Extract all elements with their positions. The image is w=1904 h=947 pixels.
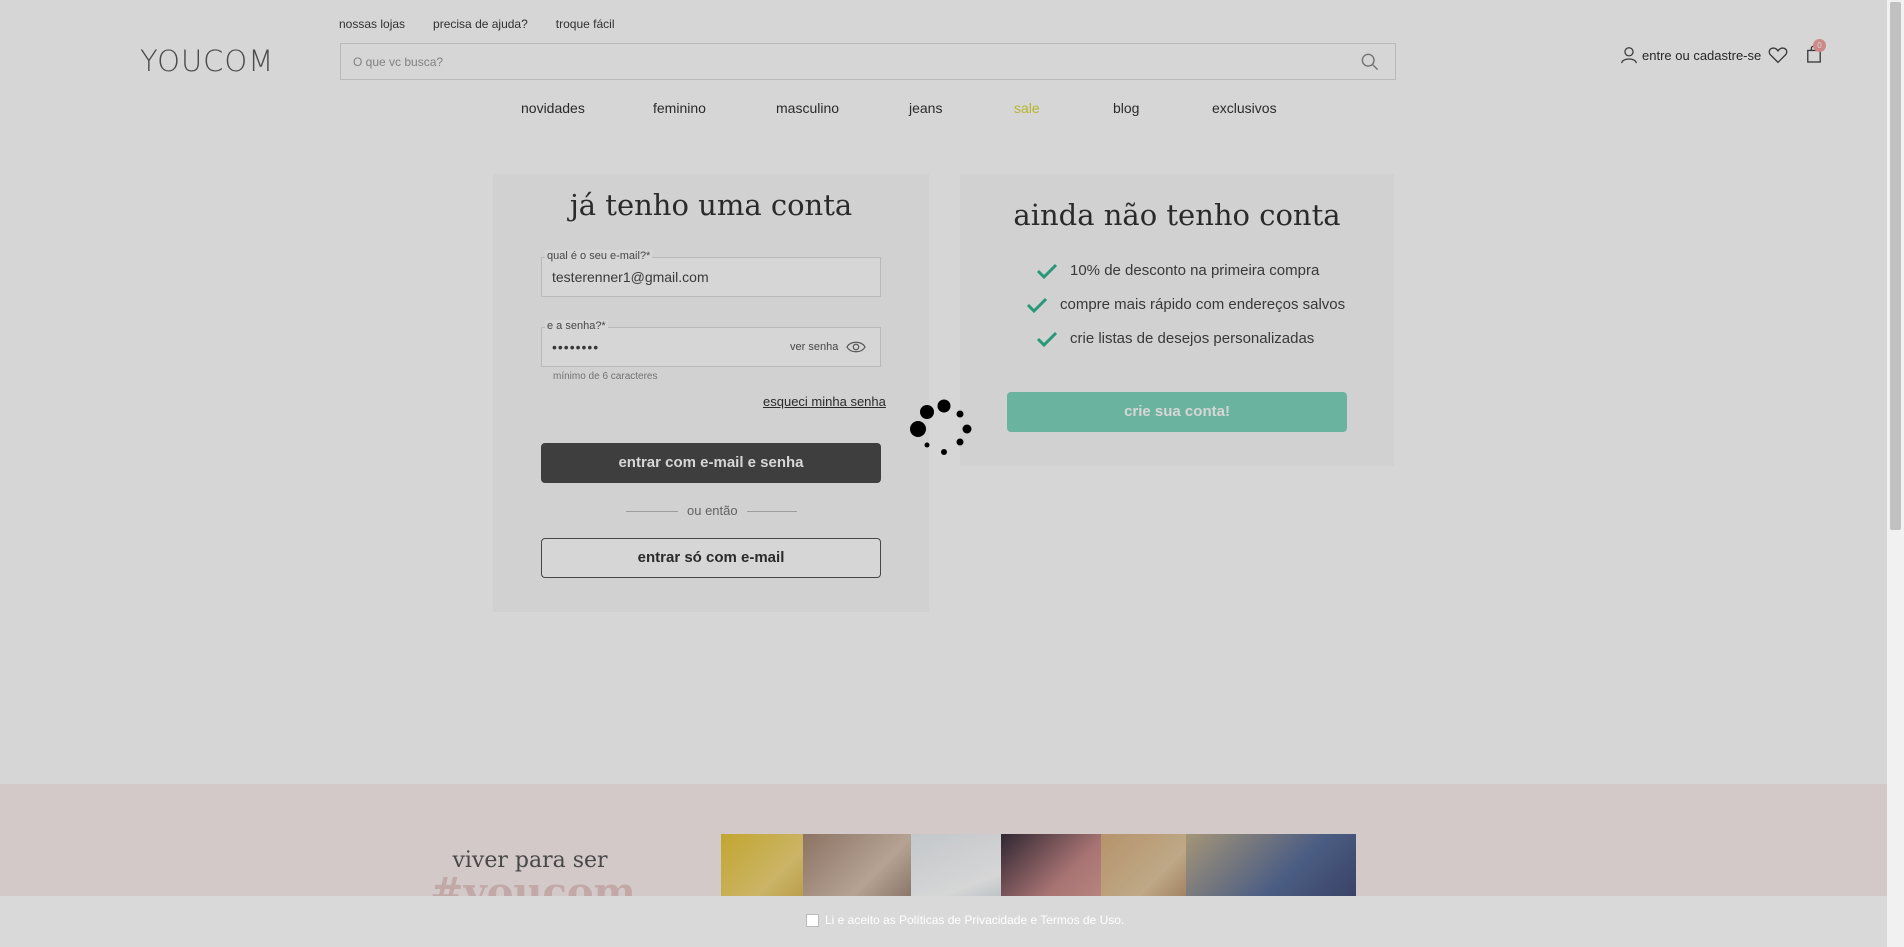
privacy-consent-bar: Li e aceito as Políticas de Privacidade … [0,896,1887,947]
scrollbar-thumb[interactable] [1890,2,1901,530]
consent-row: Li e aceito as Políticas de Privacidade … [806,913,1124,927]
page-scrollbar[interactable] [1887,0,1904,947]
loading-spinner-icon [910,399,972,455]
consent-checkbox[interactable] [806,913,819,927]
consent-text: Li e aceito as Políticas de Privacidade … [825,913,1125,927]
loading-overlay [0,0,1887,947]
